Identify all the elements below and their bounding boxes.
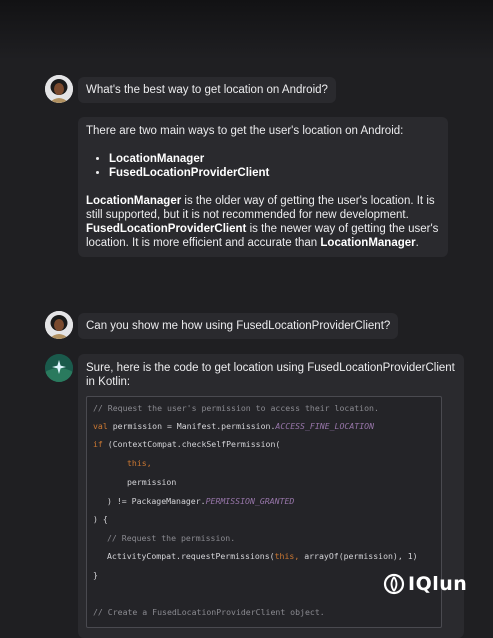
user-message-1: What's the best way to get location on A…	[78, 77, 336, 103]
code-comment: // Request the permission.	[107, 533, 236, 543]
top-fade	[0, 0, 493, 60]
code-line: val permission = Manifest.permission.ACC…	[93, 421, 374, 431]
user-message-2: Can you show me how using FusedLocationP…	[78, 313, 399, 339]
list-item: LocationManager	[109, 152, 440, 166]
watermark: IQlun	[383, 573, 467, 595]
iqlun-logo-icon	[383, 573, 405, 595]
answer-intro: Sure, here is the code to get location u…	[86, 362, 455, 388]
user-avatar	[45, 75, 73, 103]
code-line: permission	[127, 477, 177, 487]
answer-paragraph-1: LocationManager is the older way of gett…	[86, 195, 435, 221]
code-line: this,	[127, 458, 152, 468]
code-line: ActivityCompat.requestPermissions(this, …	[107, 551, 418, 561]
sparkle-icon	[45, 354, 73, 382]
list-item: FusedLocationProviderClient	[109, 166, 440, 180]
code-line: }	[93, 570, 98, 580]
code-comment: // Create a FusedLocationProviderClient …	[93, 607, 325, 617]
code-line: if (ContextCompat.checkSelfPermission(	[93, 439, 281, 449]
answer-paragraph-2: FusedLocationProviderClient is the newer…	[86, 223, 439, 249]
code-line: ) {	[93, 514, 108, 524]
code-comment: // Request the user's permission to acce…	[93, 403, 379, 413]
answer-bullet-list: LocationManager FusedLocationProviderCli…	[86, 152, 440, 180]
code-line: ) != PackageManager.PERMISSION_GRANTED	[107, 496, 295, 506]
user-message-1-text: What's the best way to get location on A…	[86, 84, 328, 96]
watermark-text: IQlun	[408, 573, 468, 595]
user-message-2-text: Can you show me how using FusedLocationP…	[86, 320, 391, 332]
user-avatar	[45, 311, 73, 339]
answer-intro: There are two main ways to get the user'…	[86, 125, 404, 137]
assistant-message-1: There are two main ways to get the user'…	[78, 117, 448, 257]
